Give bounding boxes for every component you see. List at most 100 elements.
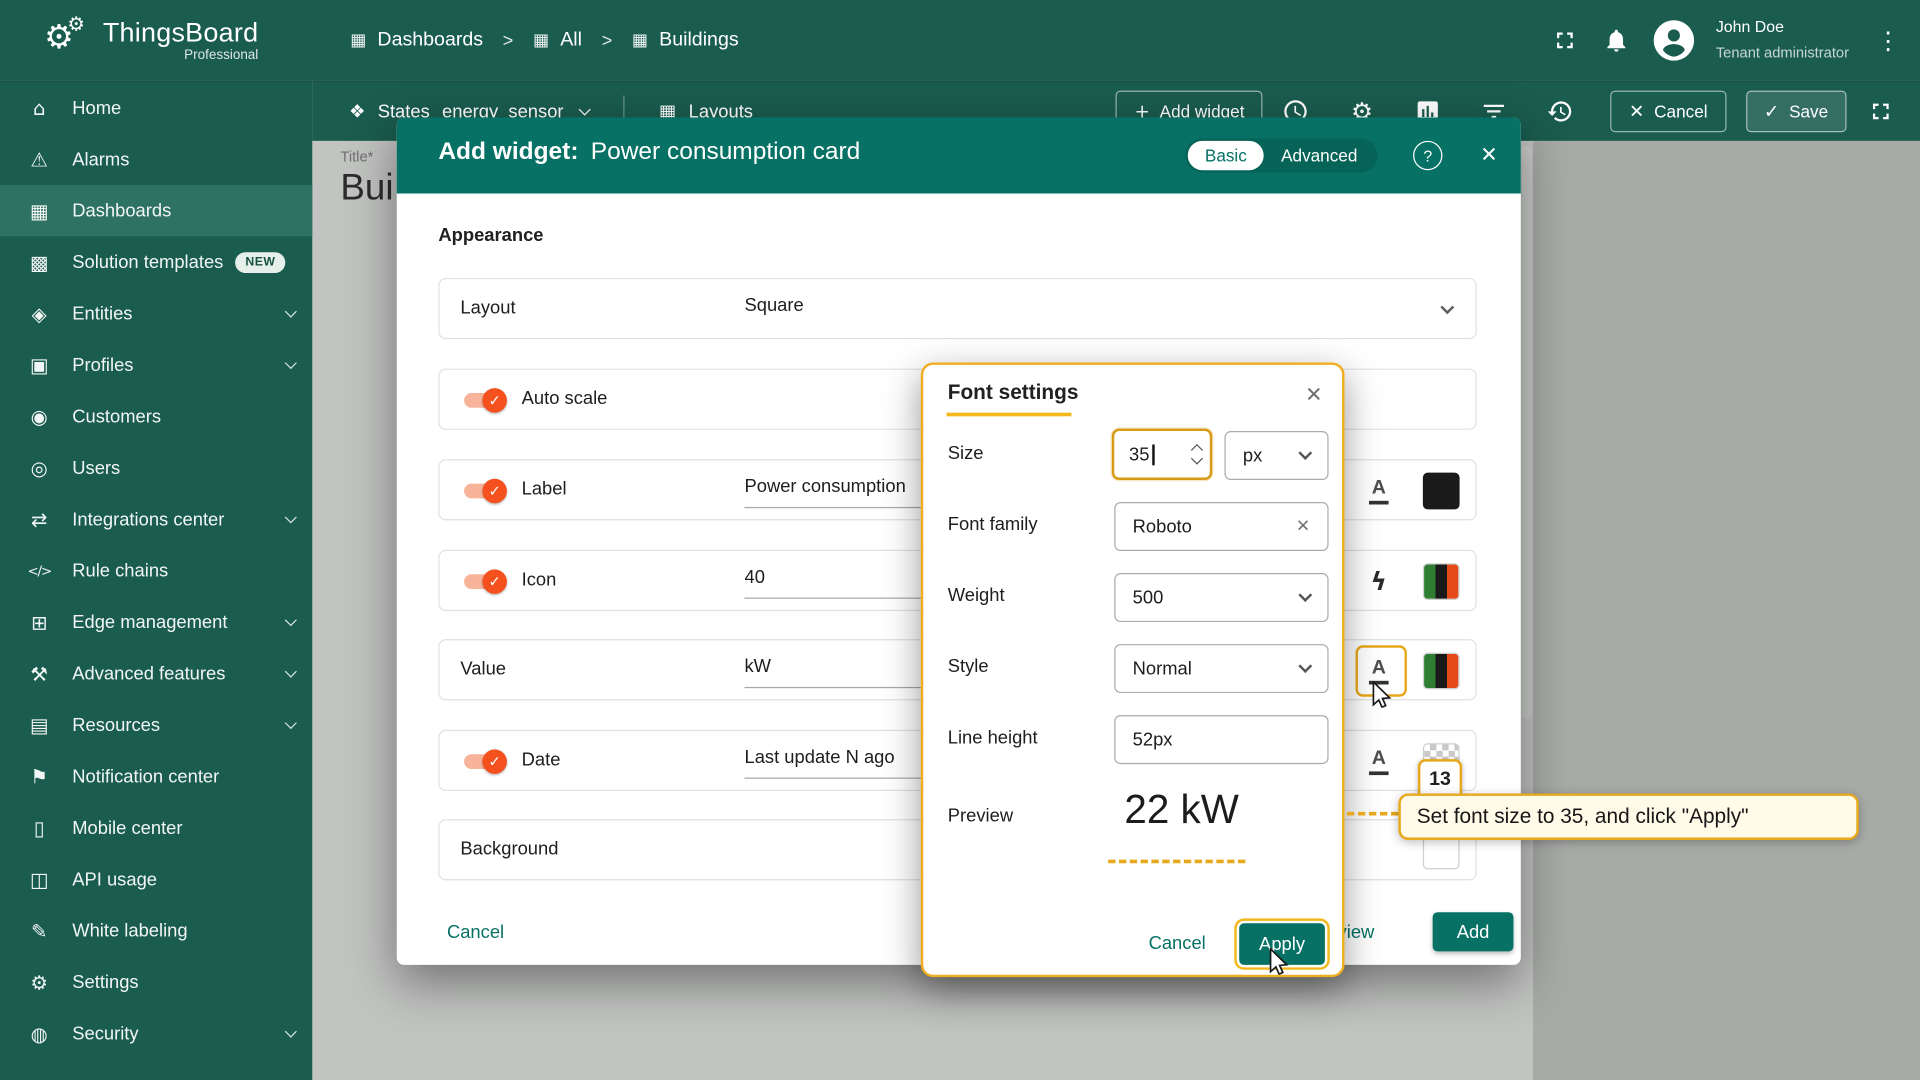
layout-select[interactable]: Square — [744, 295, 803, 327]
dialog-cancel-button[interactable]: Cancel — [447, 922, 504, 943]
date-label: Date — [522, 749, 561, 770]
font-style-select[interactable]: Normal — [1114, 644, 1328, 693]
sidebar-item-api-usage[interactable]: ◫ API usage — [0, 853, 312, 904]
label-color-swatch[interactable] — [1423, 473, 1460, 510]
version-history-icon[interactable] — [1527, 91, 1593, 133]
value-color-swatch[interactable] — [1423, 653, 1460, 690]
sidebar-item-mobile-center[interactable]: ▯ Mobile center — [0, 802, 312, 853]
breadcrumb-buildings[interactable]: ▦ Buildings — [632, 29, 739, 51]
close-icon[interactable]: ✕ — [1474, 141, 1503, 170]
text-caret — [1152, 444, 1154, 465]
font-settings-cancel-button[interactable]: Cancel — [1149, 933, 1206, 954]
tab-basic[interactable]: Basic — [1188, 141, 1264, 170]
date-font-settings-button[interactable]: A — [1357, 740, 1401, 784]
cancel-edit-button[interactable]: ✕ Cancel — [1611, 91, 1726, 133]
sidebar-item-profiles[interactable]: ▣ Profiles — [0, 339, 312, 390]
fullscreen-icon[interactable] — [1856, 91, 1905, 133]
security-icon: ◍ — [27, 1022, 51, 1045]
layout-label: Layout — [460, 298, 515, 319]
font-preview-value: 22 kW — [1102, 786, 1261, 833]
sidebar-item-label: Mobile center — [72, 817, 182, 838]
section-appearance: Appearance — [438, 225, 543, 246]
tab-advanced[interactable]: Advanced — [1264, 141, 1375, 170]
mouse-cursor — [1371, 681, 1392, 714]
sidebar-item-label: Alarms — [72, 149, 129, 170]
kebab-menu-icon[interactable]: ⋮ — [1876, 26, 1896, 55]
sidebar-item-notification-center[interactable]: ⚑ Notification center — [0, 751, 312, 802]
sidebar-item-white-labeling[interactable]: ✎ White labeling — [0, 905, 312, 956]
save-dashboard-button[interactable]: ✓ Save — [1746, 91, 1847, 133]
sidebar-item-label: Entities — [72, 303, 132, 324]
size-stepper[interactable] — [1193, 446, 1202, 463]
mode-toggle-group: Basic Advanced — [1185, 138, 1377, 172]
clear-icon[interactable]: ✕ — [1296, 517, 1310, 537]
font-settings-title: Font settings — [948, 381, 1079, 405]
sidebar-item-entities[interactable]: ◈ Entities — [0, 288, 312, 339]
sidebar-item-rule-chains[interactable]: </> Rule chains — [0, 545, 312, 596]
line-height-input[interactable]: 52px — [1114, 715, 1328, 764]
avatar[interactable] — [1652, 18, 1696, 62]
size-unit-select[interactable]: px — [1224, 431, 1328, 480]
sidebar-item-dashboards[interactable]: ▦ Dashboards — [0, 185, 312, 236]
font-weight-select[interactable]: 500 — [1114, 573, 1328, 622]
close-icon[interactable]: ✕ — [1298, 380, 1330, 412]
font-family-label: Font family — [948, 514, 1038, 535]
chevron-down-icon — [1298, 659, 1312, 673]
sidebar-item-label: Customers — [72, 406, 161, 427]
sidebar-item-resources[interactable]: ▤ Resources — [0, 699, 312, 750]
dashboards-icon: ▦ — [27, 199, 51, 222]
value-label: Value — [460, 659, 506, 680]
icon-toggle[interactable]: ✓ — [460, 569, 507, 593]
auto-scale-toggle[interactable]: ✓ — [460, 388, 507, 412]
check-icon: ✓ — [482, 749, 506, 773]
chevron-down-icon — [579, 103, 591, 115]
sidebar-item-integrations-center[interactable]: ⇄ Integrations center — [0, 493, 312, 544]
settings-icon: ⚙ — [27, 970, 51, 993]
title-field-label: Title* — [340, 148, 373, 165]
label-label: Label — [522, 479, 567, 500]
chevron-down-icon — [1298, 588, 1312, 602]
sidebar-item-settings[interactable]: ⚙ Settings — [0, 956, 312, 1007]
sidebar-item-solution-templates[interactable]: ▩ Solution templates NEW — [0, 236, 312, 287]
breadcrumb-all[interactable]: ▦ All — [533, 29, 582, 51]
sidebar-item-customers[interactable]: ◉ Customers — [0, 391, 312, 442]
tutorial-callout: Set font size to 35, and click "Apply" — [1398, 793, 1858, 840]
icon-picker-button[interactable]: ϟ — [1357, 560, 1401, 604]
tutorial-connector-line — [1347, 812, 1398, 816]
sidebar-item-advanced-features[interactable]: ⚒ Advanced features — [0, 648, 312, 699]
sidebar-item-label: Profiles — [72, 354, 133, 375]
brand-name: ThingsBoard — [103, 17, 258, 48]
notifications-bell-icon[interactable] — [1601, 24, 1633, 56]
sidebar-item-label: Dashboards — [72, 200, 171, 221]
dashboards-icon: ▦ — [350, 31, 366, 51]
breadcrumb-separator: > — [602, 30, 613, 51]
user-name: John Doe — [1716, 17, 1784, 35]
fullscreen-icon[interactable] — [1549, 24, 1581, 56]
dashboard-title-input[interactable]: Bui — [340, 168, 393, 210]
label-font-settings-button[interactable]: A — [1357, 469, 1401, 513]
check-icon: ✓ — [1764, 100, 1779, 122]
chevron-down-icon — [285, 716, 297, 728]
font-family-input[interactable]: Roboto ✕ — [1114, 502, 1328, 551]
sidebar-item-home[interactable]: ⌂ Home — [0, 82, 312, 133]
font-size-input[interactable]: 35 — [1112, 429, 1212, 480]
style-label: Style — [948, 656, 989, 677]
sidebar-item-label: Edge management — [72, 612, 227, 633]
advanced-features-icon: ⚒ — [27, 662, 51, 685]
home-icon: ⌂ — [27, 96, 51, 119]
sidebar-item-users[interactable]: ◎ Users — [0, 442, 312, 493]
help-icon[interactable]: ? — [1413, 141, 1442, 170]
label-toggle[interactable]: ✓ — [460, 479, 507, 503]
dialog-add-button[interactable]: Add — [1433, 912, 1514, 951]
sidebar-item-edge-management[interactable]: ⊞ Edge management — [0, 596, 312, 647]
sidebar-item-security[interactable]: ◍ Security — [0, 1008, 312, 1059]
sidebar-item-label: White labeling — [72, 920, 187, 941]
date-toggle[interactable]: ✓ — [460, 749, 507, 773]
tutorial-dashed-underline — [1108, 860, 1245, 864]
scrollbar-thumb[interactable] — [1522, 146, 1532, 719]
sidebar-item-alarms[interactable]: ⚠ Alarms — [0, 133, 312, 184]
edge-management-icon: ⊞ — [27, 610, 51, 633]
breadcrumb-dashboards[interactable]: ▦ Dashboards — [350, 29, 483, 51]
api-usage-icon: ◫ — [27, 868, 51, 891]
icon-color-swatch[interactable] — [1423, 563, 1460, 600]
